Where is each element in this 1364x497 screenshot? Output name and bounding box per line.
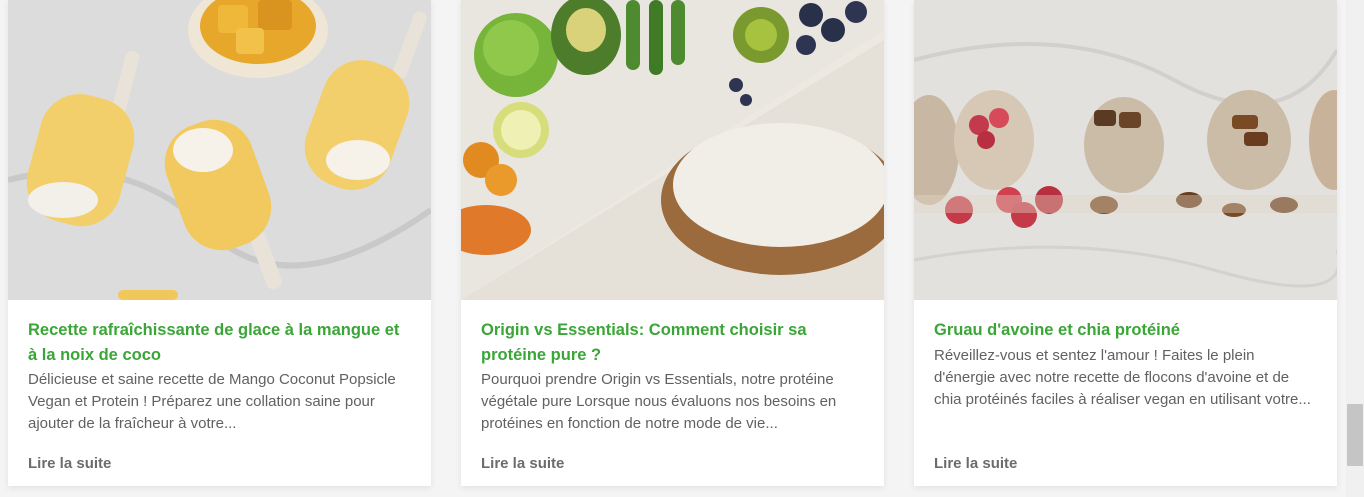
mango-popsicles-image <box>8 0 431 300</box>
post-title-link[interactable]: Recette rafraîchissante de glace à la ma… <box>28 318 411 367</box>
read-more-link[interactable]: Lire la suite <box>481 455 564 472</box>
post-excerpt: Délicieuse et saine recette de Mango Coc… <box>28 371 396 432</box>
post-title-link[interactable]: Gruau d'avoine et chia protéiné <box>934 318 1317 343</box>
blog-card: Origin vs Essentials: Comment choisir sa… <box>461 0 884 486</box>
read-more-link[interactable]: Lire la suite <box>934 455 1017 472</box>
fruits-and-rice-image <box>461 0 884 300</box>
post-thumbnail-link[interactable] <box>914 0 1337 300</box>
post-title-link[interactable]: Origin vs Essentials: Comment choisir sa… <box>481 318 864 367</box>
post-thumbnail-link[interactable] <box>8 0 431 300</box>
read-more-link[interactable]: Lire la suite <box>28 455 111 472</box>
blog-card: Recette rafraîchissante de glace à la ma… <box>8 0 431 486</box>
post-thumbnail-link[interactable] <box>461 0 884 300</box>
page-scrollbar[interactable] <box>1346 0 1364 497</box>
blog-card: Gruau d'avoine et chia protéiné Réveille… <box>914 0 1337 486</box>
scrollbar-thumb[interactable] <box>1347 404 1363 466</box>
blog-posts-grid: Recette rafraîchissante de glace à la ma… <box>8 0 1338 497</box>
post-excerpt: Réveillez-vous et sentez l'amour ! Faite… <box>934 346 1311 408</box>
oatmeal-chia-jars-image <box>914 0 1337 300</box>
post-excerpt: Pourquoi prendre Origin vs Essentials, n… <box>481 371 837 432</box>
